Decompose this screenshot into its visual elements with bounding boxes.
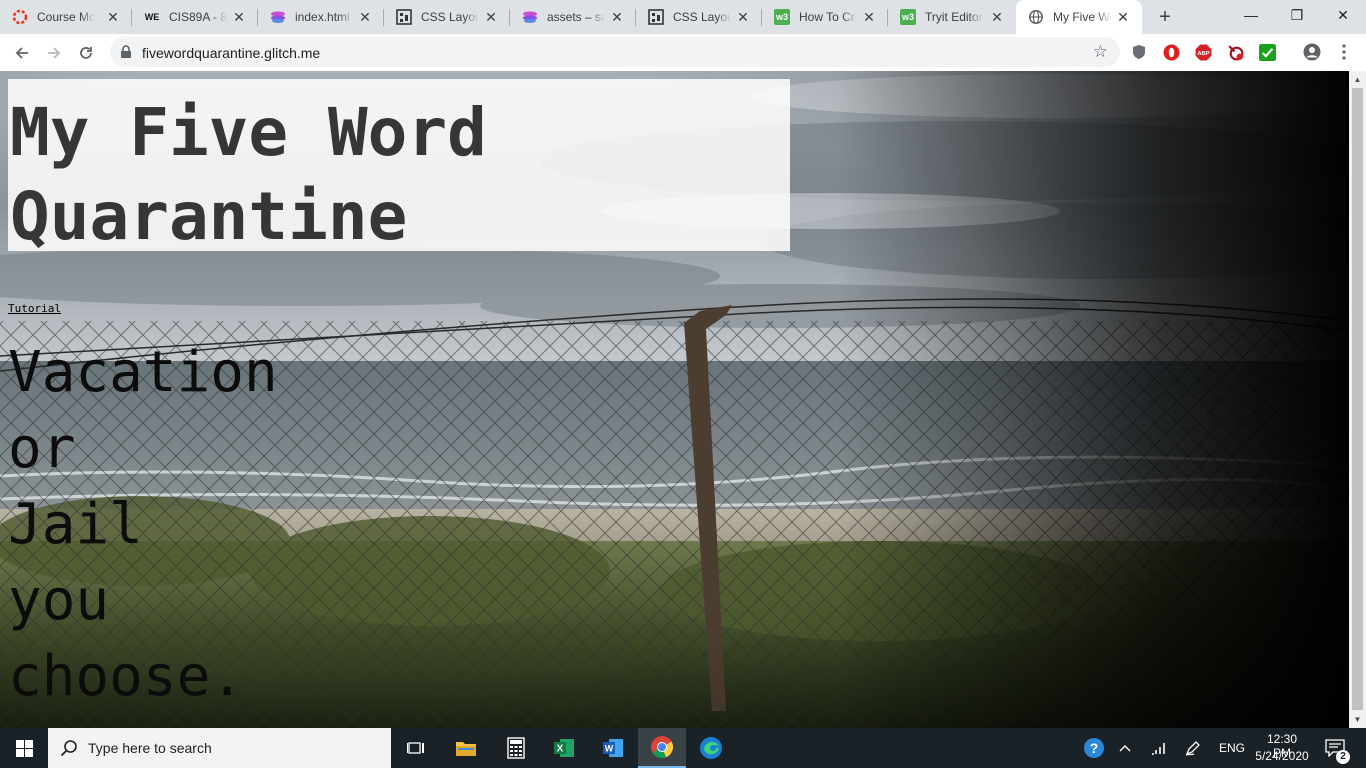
address-bar[interactable]: fivewordquarantine.glitch.me ☆ xyxy=(110,37,1120,67)
tab-course-modules[interactable]: Course Modules ✕ xyxy=(0,0,132,34)
close-tab-icon[interactable]: ✕ xyxy=(484,10,498,24)
tab-title: CSS Layout xyxy=(421,10,479,24)
tab-title: CSS Layout xyxy=(673,10,731,24)
notification-center-icon[interactable]: 2 xyxy=(1318,728,1352,768)
tab-title: How To Create xyxy=(799,10,857,24)
calculator-icon[interactable] xyxy=(493,728,539,768)
browser-toolbar: fivewordquarantine.glitch.me ☆ ABP xyxy=(0,34,1366,72)
five-words-list: Vacation or Jail you choose. xyxy=(8,335,278,715)
close-tab-icon[interactable]: ✕ xyxy=(358,10,372,24)
w3schools-icon: w3 xyxy=(900,9,916,25)
page-viewport: My Five Word Quarantine Tutorial Vacatio… xyxy=(0,71,1349,728)
globe-icon xyxy=(1028,9,1044,25)
word-item: Vacation xyxy=(8,340,278,405)
close-tab-icon[interactable]: ✕ xyxy=(232,10,246,24)
tab-tryit-editor[interactable]: w3 Tryit Editor ✕ xyxy=(888,0,1016,34)
adblock-icon[interactable]: ABP xyxy=(1194,43,1212,61)
search-icon xyxy=(60,739,78,762)
chevron-up-icon[interactable] xyxy=(1114,728,1136,768)
windows-taskbar: Type here to search X W ? ENG 12:30 PM 5… xyxy=(0,728,1366,768)
title-panel: My Five Word Quarantine xyxy=(8,79,790,255)
svg-text:?: ? xyxy=(1090,740,1099,756)
tab-my-five-word[interactable]: My Five Word ✕ xyxy=(1016,0,1142,34)
clock-date[interactable]: 5/24/2020 xyxy=(1255,749,1309,763)
word-item: you xyxy=(8,568,110,633)
close-tab-icon[interactable]: ✕ xyxy=(990,10,1004,24)
tab-index-html[interactable]: index.html - glitch ✕ xyxy=(258,0,384,34)
tab-title: CIS89A - 8.1 xyxy=(169,10,227,24)
url-text: fivewordquarantine.glitch.me xyxy=(142,45,321,61)
scroll-down-icon[interactable]: ▼ xyxy=(1349,711,1366,728)
word-icon[interactable]: W xyxy=(590,728,636,768)
menu-icon[interactable] xyxy=(1335,43,1353,61)
tab-title: index.html - glitch xyxy=(295,10,353,24)
tab-how-to-create[interactable]: w3 How To Create ✕ xyxy=(762,0,888,34)
opera-icon[interactable] xyxy=(1162,43,1180,61)
shield-icon[interactable] xyxy=(1130,43,1148,61)
tab-title: Course Modules xyxy=(37,10,95,24)
close-tab-icon[interactable]: ✕ xyxy=(610,10,624,24)
css-layout-icon xyxy=(396,9,412,25)
tab-css-layout-2[interactable]: CSS Layout ✕ xyxy=(636,0,762,34)
forward-button[interactable] xyxy=(40,39,68,67)
reload-icon xyxy=(80,47,92,59)
network-icon[interactable] xyxy=(1147,728,1171,768)
reload-button[interactable] xyxy=(72,39,100,67)
bookmark-star-icon[interactable]: ☆ xyxy=(1093,42,1108,62)
vertical-scrollbar[interactable]: ▲ ▼ xyxy=(1349,71,1366,728)
back-button[interactable] xyxy=(8,39,36,67)
tab-strip: Course Modules ✕ WE CIS89A - 8.1 ✕ index… xyxy=(0,0,1366,34)
tab-cis89a[interactable]: WE CIS89A - 8.1 ✕ xyxy=(132,0,258,34)
minimize-button[interactable]: — xyxy=(1228,0,1274,30)
css-layout-icon xyxy=(648,9,664,25)
we-icon: WE xyxy=(144,12,160,22)
tutorial-link[interactable]: Tutorial xyxy=(8,302,61,315)
notification-count: 2 xyxy=(1336,750,1350,764)
file-explorer-icon[interactable] xyxy=(443,728,489,768)
close-window-button[interactable]: ✕ xyxy=(1320,0,1366,30)
task-view-icon[interactable] xyxy=(393,728,439,768)
svg-text:X: X xyxy=(557,744,564,755)
lock-icon xyxy=(120,45,132,64)
new-tab-button[interactable]: + xyxy=(1154,6,1176,28)
page-title: My Five Word Quarantine xyxy=(10,94,487,255)
forward-arrow-icon xyxy=(48,47,61,59)
glitch-icon xyxy=(522,9,538,25)
close-tab-icon[interactable]: ✕ xyxy=(1116,10,1130,24)
check-icon[interactable] xyxy=(1258,43,1276,61)
word-item: Jail xyxy=(8,492,143,557)
back-arrow-icon xyxy=(15,47,28,59)
tab-title: Tryit Editor xyxy=(925,10,983,24)
canvas-icon xyxy=(12,9,28,25)
search-placeholder: Type here to search xyxy=(88,740,212,756)
word-item: choose. xyxy=(8,644,245,709)
w3schools-icon: w3 xyxy=(774,9,790,25)
glitch-icon xyxy=(270,9,286,25)
windows-logo-icon xyxy=(15,739,33,757)
chrome-icon[interactable] xyxy=(638,728,686,768)
svg-text:W: W xyxy=(605,744,614,754)
start-button[interactable] xyxy=(0,728,48,768)
language-indicator[interactable]: ENG xyxy=(1219,741,1245,755)
close-tab-icon[interactable]: ✕ xyxy=(862,10,876,24)
scrollbar-thumb[interactable] xyxy=(1352,88,1363,710)
help-icon[interactable]: ? xyxy=(1080,728,1108,768)
excel-icon[interactable]: X xyxy=(541,728,587,768)
svg-text:ABP: ABP xyxy=(1197,51,1209,57)
edge-icon[interactable] xyxy=(688,728,734,768)
close-tab-icon[interactable]: ✕ xyxy=(106,10,120,24)
ublock-icon[interactable] xyxy=(1226,43,1244,61)
scroll-up-icon[interactable]: ▲ xyxy=(1349,71,1366,88)
profile-icon[interactable] xyxy=(1303,43,1321,61)
tab-css-layout[interactable]: CSS Layout ✕ xyxy=(384,0,510,34)
tab-title: assets – sample xyxy=(547,10,605,24)
close-tab-icon[interactable]: ✕ xyxy=(736,10,750,24)
tab-assets[interactable]: assets – sample ✕ xyxy=(510,0,636,34)
tab-title: My Five Word xyxy=(1053,10,1111,24)
word-item: or xyxy=(8,416,76,481)
pen-icon[interactable] xyxy=(1181,728,1205,768)
maximize-button[interactable]: ❐ xyxy=(1274,0,1320,30)
taskbar-search[interactable]: Type here to search xyxy=(48,728,391,768)
